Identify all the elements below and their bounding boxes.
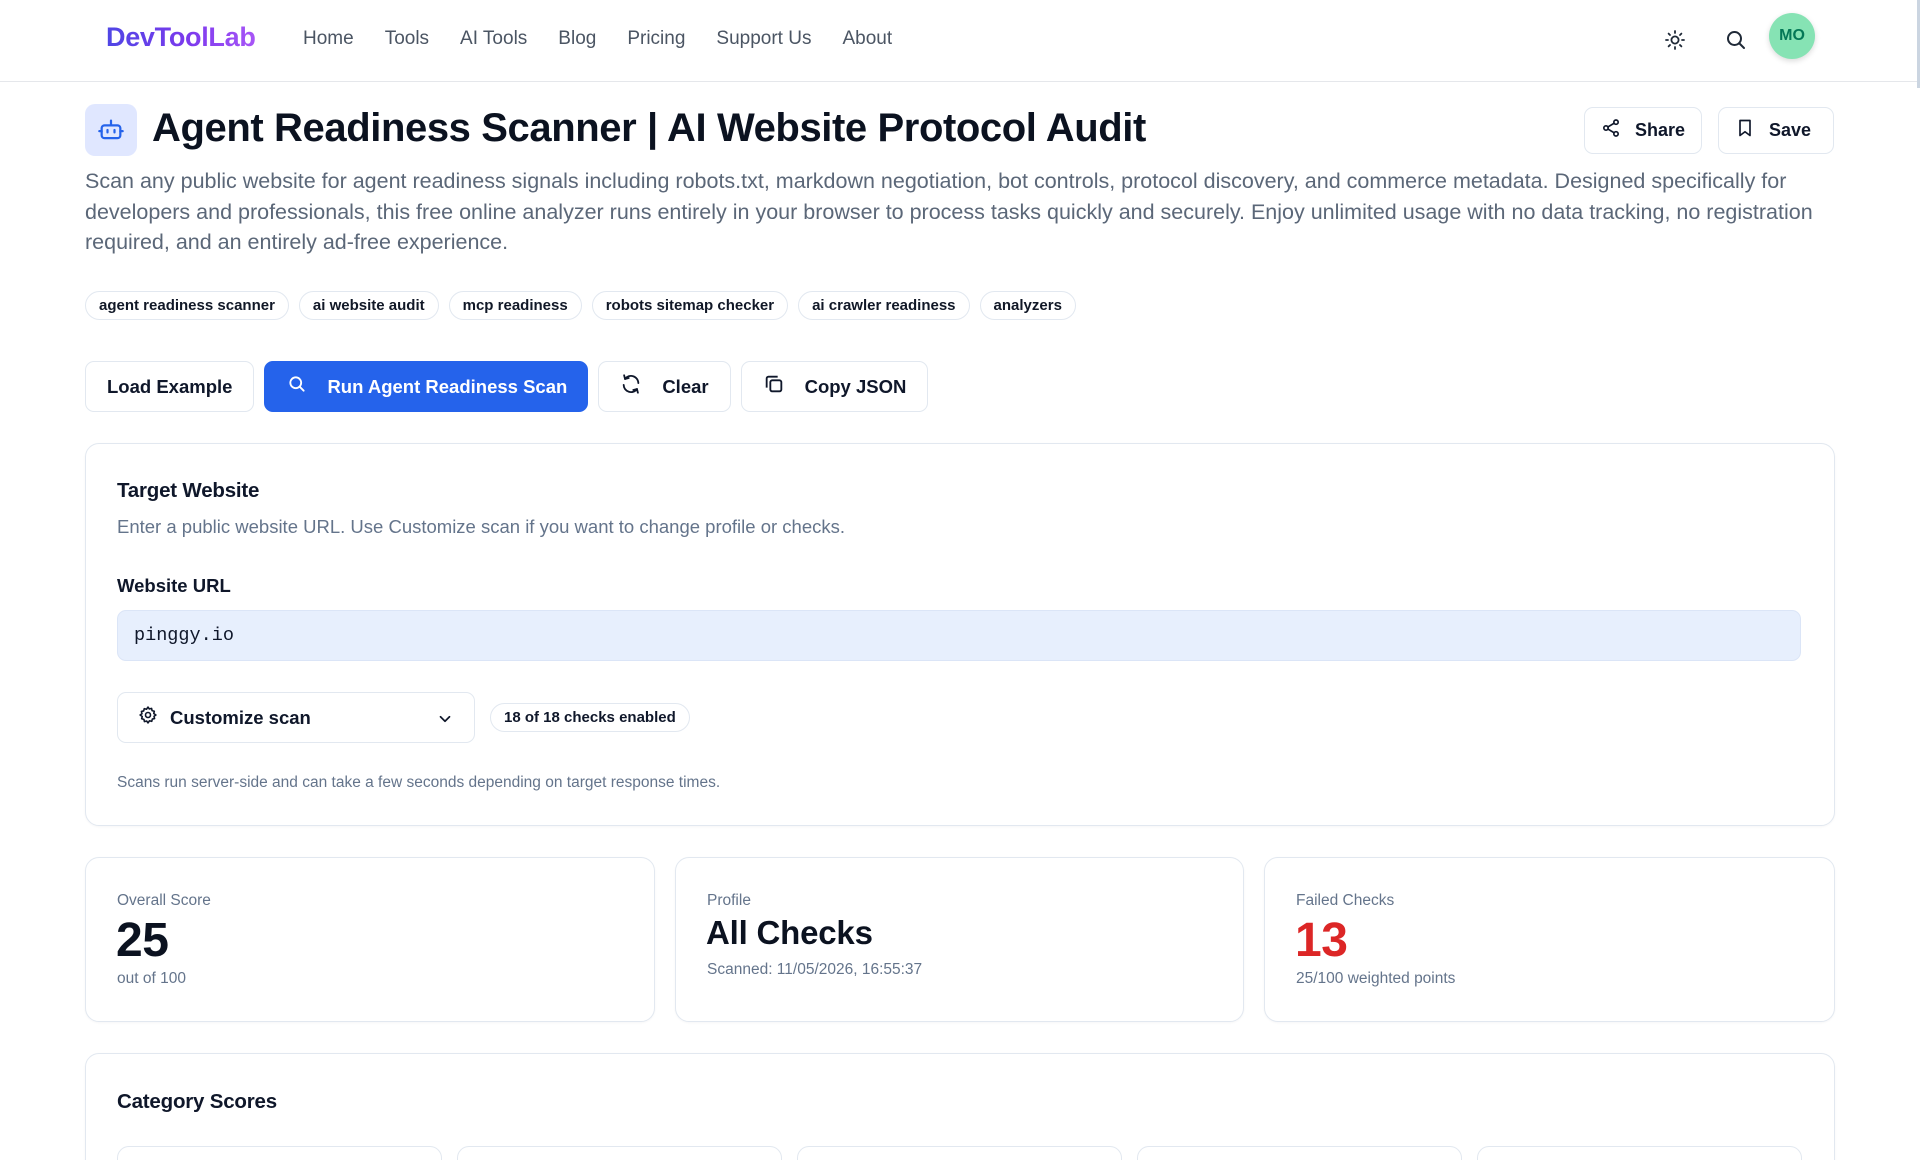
search-icon: [287, 374, 307, 399]
tag[interactable]: robots sitemap checker: [591, 291, 789, 320]
category-tile: [457, 1146, 782, 1160]
nav-item-support-us[interactable]: Support Us: [716, 28, 811, 50]
profile-card: Profile All Checks Scanned: 11/05/2026, …: [675, 857, 1244, 1022]
category-scores-title: Category Scores: [117, 1090, 277, 1113]
copy-json-label: Copy JSON: [804, 375, 907, 397]
save-button[interactable]: Save: [1718, 107, 1834, 154]
target-website-card: Target Website Enter a public website UR…: [85, 443, 1835, 826]
share-button[interactable]: Share: [1584, 107, 1703, 154]
scan-note: Scans run server-side and can take a few…: [117, 774, 721, 791]
run-scan-label: Run Agent Readiness Scan: [327, 375, 568, 397]
tag-list: agent readiness scanner ai website audit…: [85, 291, 1076, 320]
nav-item-blog[interactable]: Blog: [558, 28, 596, 50]
share-label: Share: [1635, 120, 1686, 140]
user-avatar[interactable]: MO: [1769, 13, 1815, 59]
stat-sub: out of 100: [117, 970, 186, 987]
tag[interactable]: ai crawler readiness: [798, 291, 970, 320]
overall-score-value: 25: [116, 914, 169, 967]
save-label: Save: [1769, 120, 1812, 140]
stat-sub: 25/100 weighted points: [1296, 970, 1456, 987]
clear-button[interactable]: Clear: [598, 361, 731, 412]
failed-checks-card: Failed Checks 13 25/100 weighted points: [1264, 857, 1835, 1022]
nav-item-about[interactable]: About: [842, 28, 892, 50]
website-url-input[interactable]: pinggy.io: [117, 610, 1801, 661]
nav-item-home[interactable]: Home: [303, 28, 354, 50]
tag[interactable]: analyzers: [979, 291, 1076, 320]
main-nav: Home Tools AI Tools Blog Pricing Support…: [303, 28, 892, 50]
load-example-button[interactable]: Load Example: [85, 361, 255, 412]
stat-label: Failed Checks: [1296, 892, 1395, 909]
copy-icon: [763, 373, 785, 400]
nav-item-ai-tools[interactable]: AI Tools: [460, 28, 527, 50]
share-icon: [1601, 118, 1621, 143]
url-label: Website URL: [117, 575, 231, 596]
category-tile: [1137, 1146, 1462, 1160]
nav-item-tools[interactable]: Tools: [385, 28, 429, 50]
customize-scan-select[interactable]: Customize scan: [117, 692, 475, 743]
tag[interactable]: mcp readiness: [448, 291, 582, 320]
url-value: pinggy.io: [134, 625, 234, 646]
sun-icon[interactable]: [1663, 28, 1687, 52]
page-description: Scan any public website for agent readin…: [85, 169, 1813, 254]
action-bar: Load Example Run Agent Readiness Scan Cl…: [85, 361, 929, 412]
bookmark-icon: [1735, 118, 1755, 143]
stat-label: Overall Score: [117, 892, 211, 909]
top-navbar: DevToolLab Home Tools AI Tools Blog Pric…: [0, 0, 1920, 82]
scan-timestamp: Scanned: 11/05/2026, 16:55:37: [707, 961, 923, 978]
checks-enabled-badge: 18 of 18 checks enabled: [490, 703, 690, 732]
tag[interactable]: ai website audit: [298, 291, 439, 320]
gear-icon: [138, 705, 158, 730]
stat-label: Profile: [707, 892, 751, 909]
category-tile: [797, 1146, 1122, 1160]
page-title: Agent Readiness Scanner | AI Website Pro…: [152, 106, 1146, 150]
failed-checks-value: 13: [1295, 914, 1348, 967]
category-tile: [1477, 1146, 1802, 1160]
refresh-icon: [620, 373, 642, 400]
nav-item-pricing[interactable]: Pricing: [627, 28, 685, 50]
overall-score-card: Overall Score 25 out of 100: [85, 857, 655, 1022]
category-scores-card: Category Scores: [85, 1053, 1835, 1160]
profile-value: All Checks: [706, 914, 873, 951]
target-title: Target Website: [117, 479, 260, 502]
tag[interactable]: agent readiness scanner: [85, 291, 289, 320]
customize-scan-label: Customize scan: [170, 706, 311, 728]
target-subtitle: Enter a public website URL. Use Customiz…: [117, 516, 846, 537]
category-tile: [117, 1146, 442, 1160]
site-logo[interactable]: DevToolLab: [106, 22, 256, 53]
bot-icon: [85, 104, 137, 156]
run-scan-button[interactable]: Run Agent Readiness Scan: [264, 361, 589, 412]
search-icon[interactable]: [1724, 28, 1748, 52]
clear-label: Clear: [662, 375, 709, 397]
copy-json-button[interactable]: Copy JSON: [740, 361, 929, 412]
chevron-down-icon: [436, 710, 454, 733]
load-example-label: Load Example: [107, 375, 233, 397]
